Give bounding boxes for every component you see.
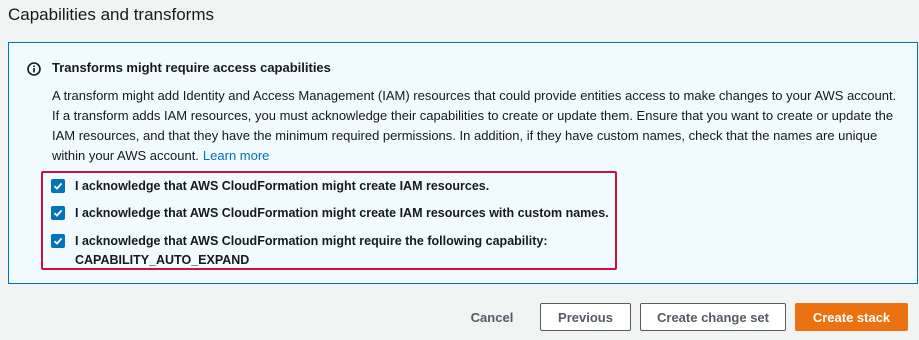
capability-name: CAPABILITY_AUTO_EXPAND [75, 253, 250, 267]
ack-capability-auto-expand-label: I acknowledge that AWS CloudFormation mi… [75, 232, 547, 270]
ack-capability-auto-expand[interactable]: I acknowledge that AWS CloudFormation mi… [51, 232, 547, 270]
section-title: Capabilities and transforms [8, 5, 214, 24]
ack-iam-resources-label: I acknowledge that AWS CloudFormation mi… [75, 179, 490, 193]
ack-iam-custom-names-checkbox[interactable] [51, 206, 65, 220]
cancel-button[interactable]: Cancel [460, 303, 524, 331]
checkmark-icon [53, 237, 63, 245]
create-stack-button[interactable]: Create stack [795, 303, 908, 331]
info-alert: Transforms might require access capabili… [8, 42, 918, 284]
ack-iam-custom-names-label: I acknowledge that AWS CloudFormation mi… [75, 206, 609, 220]
info-body: A transform might add Identity and Acces… [52, 86, 897, 166]
previous-button[interactable]: Previous [540, 303, 631, 331]
ack-iam-resources[interactable]: I acknowledge that AWS CloudFormation mi… [51, 177, 489, 196]
info-description: A transform might add Identity and Acces… [52, 88, 897, 163]
create-change-set-button[interactable]: Create change set [640, 303, 786, 331]
learn-more-link[interactable]: Learn more [203, 148, 269, 163]
ack-capability-text: I acknowledge that AWS CloudFormation mi… [75, 234, 548, 248]
checkmark-icon [53, 209, 63, 217]
ack-iam-custom-names[interactable]: I acknowledge that AWS CloudFormation mi… [51, 204, 609, 223]
ack-iam-resources-checkbox[interactable] [51, 179, 65, 193]
checkmark-icon [53, 182, 63, 190]
info-icon [27, 62, 41, 76]
ack-capability-auto-expand-checkbox[interactable] [51, 234, 65, 248]
info-title: Transforms might require access capabili… [52, 60, 331, 75]
